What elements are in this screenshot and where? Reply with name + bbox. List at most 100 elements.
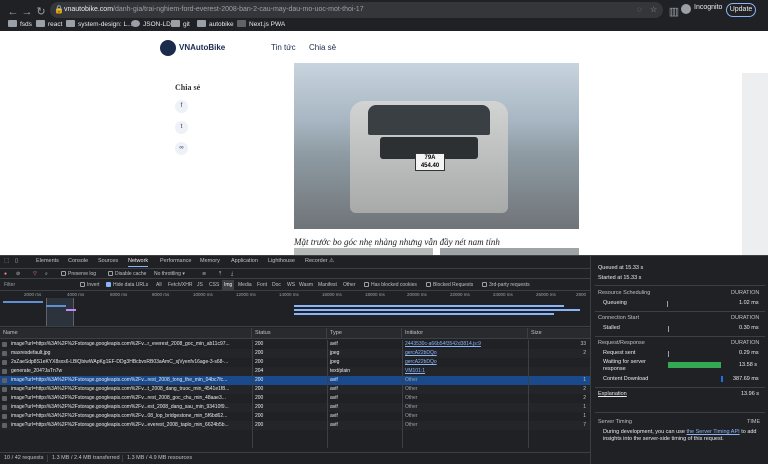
bookmark-item[interactable]: autobike: [197, 19, 234, 31]
request-initiator[interactable]: VM101:1: [402, 367, 528, 376]
request-initiator[interactable]: gercA22bDQo: [402, 349, 528, 358]
table-row[interactable]: image?url=https%3A%2F%2Fstorage.googleap…: [0, 394, 590, 403]
blocked-cookies-checkbox[interactable]: Has blocked cookies: [364, 280, 417, 291]
table-row[interactable]: image?url=https%3A%2F%2Fstorage.googleap…: [0, 412, 590, 421]
bookmark-item[interactable]: git: [171, 19, 190, 31]
incognito-icon[interactable]: [681, 4, 691, 14]
server-timing-api-link[interactable]: the Server Timing API: [686, 429, 739, 435]
link-icon[interactable]: ∞: [175, 142, 188, 155]
upload-icon[interactable]: ⤒: [219, 269, 221, 280]
request-type: jpeg: [330, 359, 340, 365]
table-row[interactable]: maxresdefault.jpg 200 jpeg gercA22bDQo 2: [0, 349, 590, 358]
bookmark-item[interactable]: Next.js PWA: [237, 19, 285, 31]
column-type[interactable]: Type: [327, 328, 402, 339]
address-bar[interactable]: 🔒 vnautobike.com/danh-gia/trai-nghiem-fo…: [50, 2, 663, 18]
type-filter-ws[interactable]: WS: [287, 280, 295, 291]
request-name: image?url=https%3A%2F%2Fstorage.googleap…: [11, 395, 226, 401]
table-row[interactable]: image?url=https%3A%2F%2Fstorage.googleap…: [0, 376, 590, 385]
request-initiator[interactable]: gercA22bDQo: [402, 358, 528, 367]
type-filter-fetch[interactable]: Fetch/XHR: [168, 280, 192, 291]
overview-selection[interactable]: [46, 298, 74, 326]
request-name: maxresdefault.jpg: [11, 350, 51, 356]
disable-cache-checkbox[interactable]: Disable cache: [108, 269, 146, 280]
type-filter-wasm[interactable]: Wasm: [299, 280, 313, 291]
twitter-icon[interactable]: t: [175, 121, 188, 134]
update-button[interactable]: Update: [726, 3, 756, 17]
bookmark-item[interactable]: react: [36, 19, 62, 31]
table-row[interactable]: image?url=https%3A%2F%2Fstorage.googleap…: [0, 403, 590, 412]
checkbox-icon: [482, 282, 487, 287]
sidepanel-icon[interactable]: ▥: [667, 5, 681, 19]
bookmark-item[interactable]: system-design: L...: [66, 19, 133, 31]
filter-input[interactable]: Filter: [4, 280, 15, 291]
clear-icon[interactable]: ⊘: [16, 269, 20, 280]
type-filter-js[interactable]: JS: [197, 280, 203, 291]
device-toggle-icon[interactable]: ▯: [15, 256, 18, 267]
third-party-checkbox[interactable]: 3rd-party requests: [482, 280, 530, 291]
image-file-icon: [2, 378, 7, 383]
invert-checkbox[interactable]: Invert: [80, 280, 100, 291]
reload-icon[interactable]: ↻: [34, 5, 48, 19]
filter-icon[interactable]: ▽: [33, 269, 37, 280]
explanation-link[interactable]: Explanation: [598, 391, 627, 397]
table-row[interactable]: image?url=https%3A%2F%2Fstorage.googleap…: [0, 385, 590, 394]
waiting-label: Waiting for server response: [603, 359, 646, 372]
preserve-log-checkbox[interactable]: Preserve log: [61, 269, 96, 280]
tab-application[interactable]: Application: [231, 256, 258, 267]
throttling-select[interactable]: No throttling ▾: [154, 269, 185, 280]
waterfall-bar: [3, 301, 43, 303]
column-size[interactable]: Size: [528, 328, 590, 339]
menu-item-news[interactable]: Tin tức: [271, 43, 296, 52]
tab-recorder[interactable]: Recorder ⚠: [305, 256, 334, 267]
site-logo[interactable]: VNAutoBike: [179, 43, 225, 52]
lock-icon: 🔒: [54, 5, 64, 14]
tab-network[interactable]: Network: [128, 256, 149, 267]
table-row[interactable]: image?url=https%3A%2F%2Fstorage.googleap…: [0, 340, 590, 349]
menu-item-share[interactable]: Chia sẻ: [309, 43, 336, 52]
type-filter-other[interactable]: Other: [343, 280, 356, 291]
type-filter-doc[interactable]: Doc: [272, 280, 281, 291]
inspect-icon[interactable]: ⬚: [4, 256, 9, 267]
time-heading: TIME: [747, 419, 761, 425]
download-icon[interactable]: ⤓: [231, 269, 233, 280]
request-sent-value: 0.29 ms: [739, 350, 759, 356]
tab-performance[interactable]: Performance: [160, 256, 192, 267]
table-row[interactable]: 2sZaeSdp8S1eKYX8sxs6-LBlQbiwWApKg1EF-DDg…: [0, 358, 590, 367]
search-icon[interactable]: ⌕: [45, 269, 48, 280]
type-filter-manifest[interactable]: Manifest: [318, 280, 337, 291]
type-filter-font[interactable]: Font: [257, 280, 267, 291]
column-initiator[interactable]: Initiator: [402, 328, 528, 339]
request-initiator[interactable]: 2443530c-a66b54f3542d3814.js:9: [402, 340, 528, 349]
column-status[interactable]: Status: [252, 328, 327, 339]
blocked-requests-checkbox[interactable]: Blocked Requests: [426, 280, 473, 291]
started-at: Started at 15.33 s: [598, 275, 642, 281]
type-filter-media[interactable]: Media: [238, 280, 252, 291]
network-overview[interactable]: 2000 ms 4000 ms 6000 ms 8000 ms 10000 ms…: [0, 292, 590, 327]
hide-data-urls-checkbox[interactable]: Hide data URLs: [106, 280, 148, 291]
tab-sources[interactable]: Sources: [98, 256, 118, 267]
bookmark-item[interactable]: fsds: [8, 19, 32, 31]
forward-icon[interactable]: →: [20, 5, 34, 19]
type-filter-all[interactable]: All: [156, 280, 162, 291]
logo-icon[interactable]: [160, 40, 176, 56]
tab-lighthouse[interactable]: Lighthouse: [268, 256, 295, 267]
back-icon[interactable]: ←: [6, 5, 20, 19]
record-icon[interactable]: ●: [4, 269, 7, 280]
facebook-icon[interactable]: f: [175, 100, 188, 113]
bookmark-item[interactable]: JSON-LD: [131, 19, 171, 31]
column-divider: [327, 340, 328, 448]
tab-console[interactable]: Console: [68, 256, 88, 267]
tab-memory[interactable]: Memory: [200, 256, 220, 267]
duration-heading: DURATION: [731, 315, 760, 321]
type-filter-css[interactable]: CSS: [209, 280, 219, 291]
table-row[interactable]: generate_204?JaTn7w 204 text/plain VM101:1: [0, 367, 590, 376]
image-file-icon: [2, 405, 7, 410]
type-filter-img[interactable]: Img: [222, 280, 235, 291]
table-row[interactable]: image?url=https%3A%2F%2Fstorage.googleap…: [0, 421, 590, 430]
wifi-icon[interactable]: ≋: [202, 269, 206, 280]
column-name[interactable]: Name: [0, 328, 252, 339]
column-divider: [402, 340, 403, 448]
tab-elements[interactable]: Elements: [36, 256, 59, 267]
eye-off-icon[interactable]: ◌: [637, 4, 642, 16]
star-icon[interactable]: ☆: [650, 4, 657, 16]
